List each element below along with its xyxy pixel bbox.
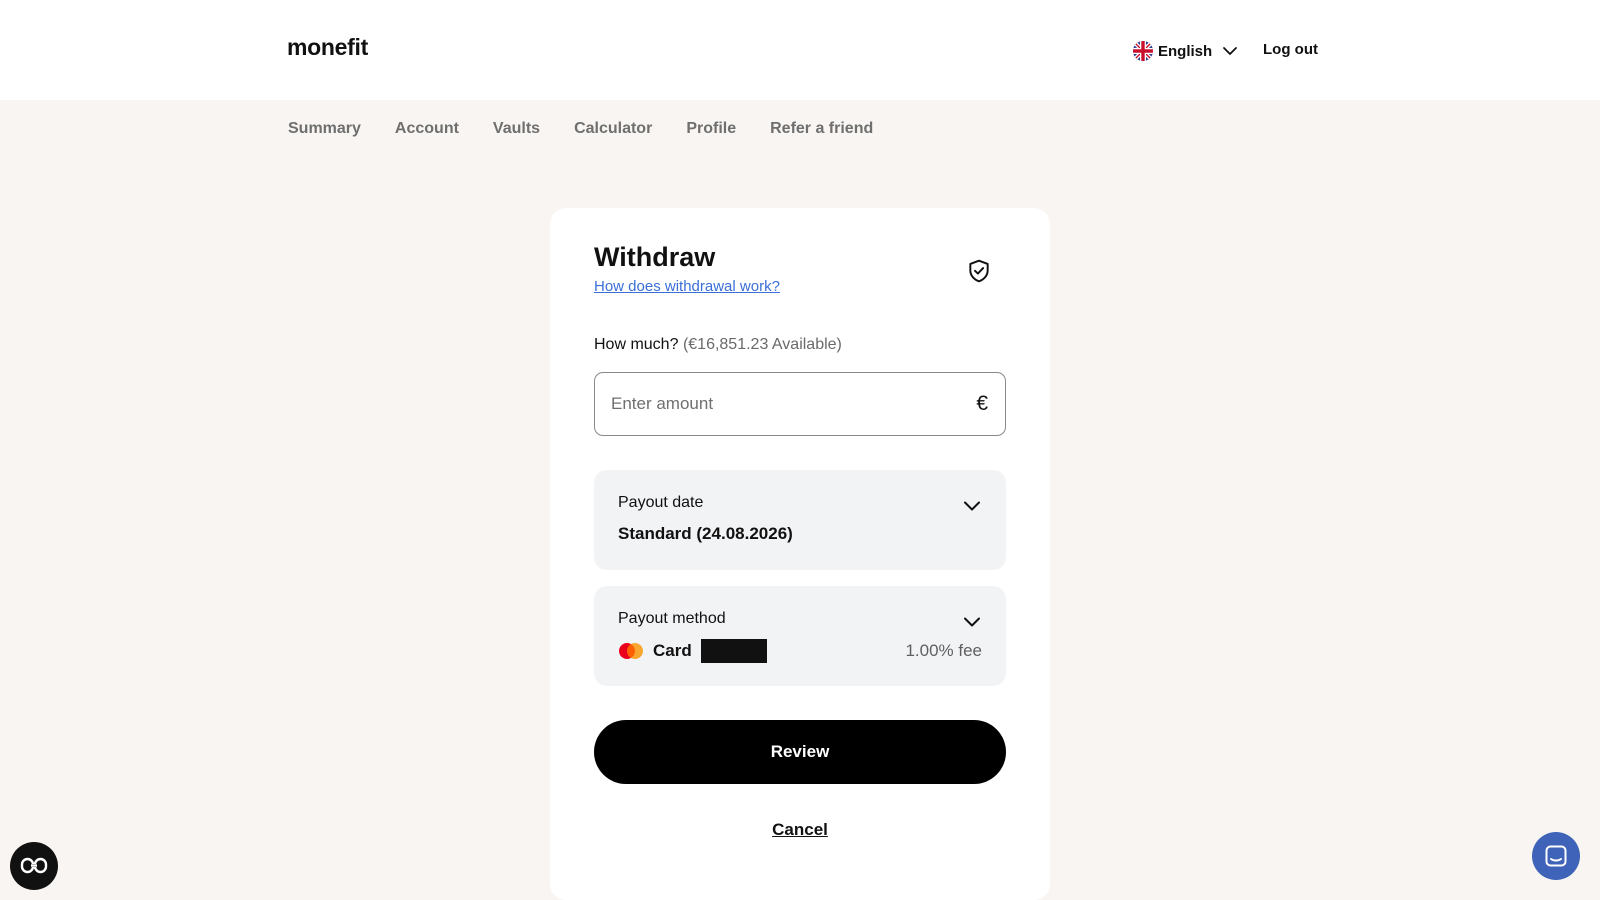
payout-method-label: Payout method <box>618 610 726 627</box>
monefit-logo[interactable]: monefit <box>287 34 368 61</box>
accessibility-icon <box>20 857 48 874</box>
chevron-down-icon <box>1223 47 1238 55</box>
nav-item-calculator[interactable]: Calculator <box>574 120 652 138</box>
amount-field: € <box>594 372 1006 436</box>
withdraw-card: Withdraw How does withdrawal work? How m… <box>550 208 1050 900</box>
payout-method-value: Card <box>653 641 692 660</box>
available-balance: (€16,851.23 Available) <box>682 336 842 353</box>
redacted-card-number <box>700 639 767 663</box>
language-selector[interactable]: English <box>1133 40 1238 62</box>
payout-date-value: Standard (24.08.2026) <box>618 524 793 543</box>
top-header: monefit English Log out <box>0 0 1600 100</box>
chevron-down-icon <box>964 501 980 511</box>
payout-date-select[interactable]: Payout date Standard (24.08.2026) <box>594 470 1006 570</box>
nav-item-profile[interactable]: Profile <box>686 120 736 138</box>
nav-item-vaults[interactable]: Vaults <box>493 120 540 138</box>
uk-flag-icon <box>1133 41 1153 61</box>
nav-item-summary[interactable]: Summary <box>288 120 361 138</box>
withdrawal-help-link[interactable]: How does withdrawal work? <box>594 278 780 295</box>
chat-button[interactable] <box>1532 832 1580 880</box>
mastercard-icon <box>619 643 643 659</box>
amount-input[interactable] <box>611 373 951 435</box>
nav-item-refer-a-friend[interactable]: Refer a friend <box>770 120 873 138</box>
payout-method-select[interactable]: Payout method Card 1.00% fee <box>594 586 1006 686</box>
euro-icon: € <box>976 392 988 415</box>
review-button[interactable]: Review <box>594 720 1006 784</box>
accessibility-button[interactable] <box>10 842 58 890</box>
payout-method-row: Card 1.00% fee <box>618 638 982 664</box>
language-label: English <box>1158 42 1213 60</box>
chat-icon <box>1545 845 1567 867</box>
payout-date-label: Payout date <box>618 494 704 511</box>
cancel-link[interactable]: Cancel <box>550 820 1050 840</box>
nav-item-account[interactable]: Account <box>395 120 459 138</box>
logout-button[interactable]: Log out <box>1263 41 1318 58</box>
chevron-down-icon <box>964 617 980 627</box>
amount-label-text: How much? <box>594 336 679 353</box>
amount-label: How much? (€16,851.23 Available) <box>594 336 842 354</box>
shield-check-icon <box>969 259 989 283</box>
main-nav: Summary Account Vaults Calculator Profil… <box>288 120 907 138</box>
fee-text: 1.00% fee <box>905 641 982 660</box>
page-title: Withdraw <box>594 242 716 272</box>
